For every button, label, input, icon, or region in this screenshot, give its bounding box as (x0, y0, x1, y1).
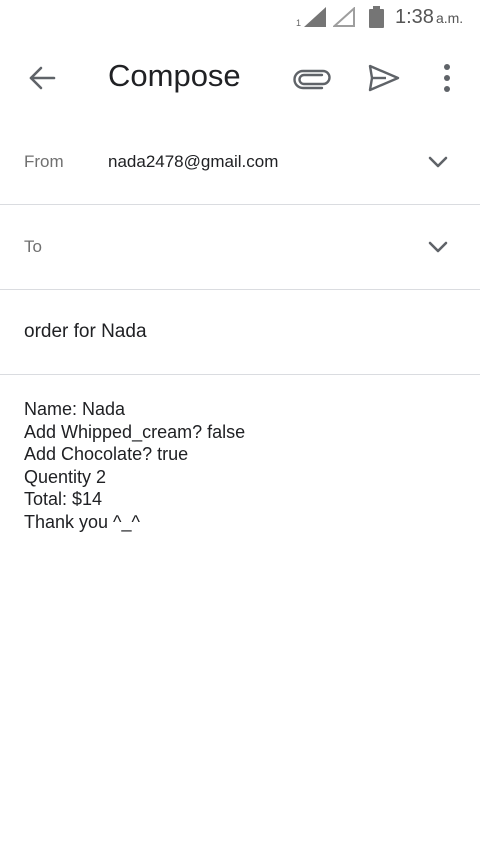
body-line: Add Chocolate? true (24, 444, 189, 464)
sim-label: 1 (296, 18, 302, 28)
signal-strength-icon (304, 7, 326, 27)
clock: 1:38 a.m. (395, 6, 464, 28)
back-button[interactable] (22, 58, 62, 98)
to-expand[interactable] (424, 235, 452, 259)
page-title: Compose (108, 58, 241, 93)
to-row[interactable]: To (0, 205, 480, 290)
to-label: To (24, 237, 42, 256)
subject-row[interactable]: order for Nada (0, 290, 480, 375)
from-dropdown[interactable] (424, 150, 452, 174)
signal-empty-icon (333, 7, 355, 27)
more-options-button[interactable] (432, 58, 462, 98)
more-vert-icon (444, 64, 450, 92)
compose-toolbar: Compose (0, 36, 480, 120)
paperclip-icon (293, 69, 331, 90)
arrow-back-icon (29, 66, 56, 90)
body-line: Name: Nada (24, 399, 126, 419)
subject-field[interactable]: order for Nada (24, 321, 147, 343)
status-bar: 1 1:38 a.m. (0, 0, 480, 36)
from-row[interactable]: From nada2478@gmail.com (0, 120, 480, 205)
send-icon (368, 64, 400, 92)
attach-button[interactable] (292, 62, 332, 94)
email-body[interactable]: Name: Nada Add Whipped_cream? false Add … (24, 398, 464, 533)
body-line: Total: $14 (24, 489, 103, 509)
from-account[interactable]: nada2478@gmail.com (108, 152, 278, 172)
from-label: From (24, 152, 64, 171)
send-button[interactable] (364, 58, 404, 98)
body-line: Add Whipped_cream? false (24, 421, 246, 442)
chevron-down-icon (428, 156, 448, 168)
body-line: Thank you ^_^ (24, 511, 140, 532)
battery-icon (369, 6, 384, 28)
chevron-down-icon (428, 241, 448, 253)
body-line: Quentity 2 (24, 466, 107, 487)
